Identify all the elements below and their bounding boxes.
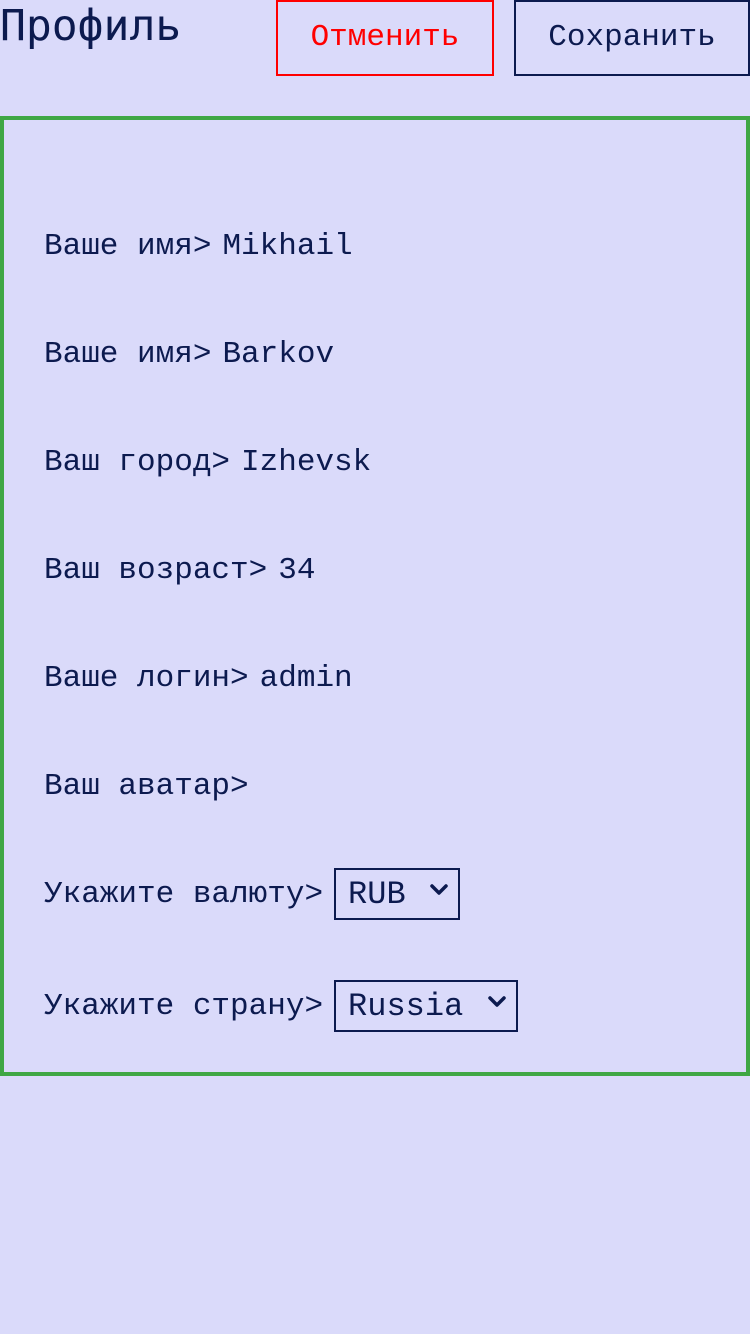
- save-button[interactable]: Сохранить: [514, 0, 750, 76]
- city-row: Ваш город> Izhevsk: [44, 436, 371, 488]
- login-value: admin: [259, 660, 353, 696]
- age-row: Ваш возраст> 34: [44, 544, 315, 596]
- avatar-label: Ваш аватар>: [44, 768, 249, 804]
- country-label: Укажите страну>: [44, 988, 324, 1024]
- avatar-row: Ваш аватар>: [44, 760, 260, 812]
- last-name-row: Ваше имя> Barkov: [44, 328, 334, 380]
- chevron-down-icon: [488, 996, 506, 1007]
- login-label: Ваше логин>: [44, 660, 249, 696]
- currency-select[interactable]: RUB: [334, 868, 461, 920]
- country-row: Укажите страну> Russia: [44, 980, 519, 1032]
- first-name-row: Ваше имя> Mikhail: [44, 220, 353, 272]
- age-value: 34: [278, 552, 316, 588]
- first-name-label: Ваше имя>: [44, 228, 212, 264]
- first-name-value: Mikhail: [222, 228, 353, 264]
- country-select[interactable]: Russia: [334, 980, 519, 1032]
- cancel-button[interactable]: Отменить: [276, 0, 494, 76]
- chevron-down-icon: [430, 884, 448, 895]
- country-selected-value: Russia: [348, 987, 464, 1025]
- login-row: Ваше логин> admin: [44, 652, 353, 704]
- last-name-value: Barkov: [222, 336, 335, 372]
- age-label: Ваш возраст>: [44, 552, 268, 588]
- last-name-label: Ваше имя>: [44, 336, 212, 372]
- currency-selected-value: RUB: [348, 875, 406, 913]
- currency-label: Укажите валюту>: [44, 876, 324, 912]
- page-title: Профиль: [0, 1, 182, 51]
- profile-form-panel: Ваше имя> Mikhail Ваше имя> Barkov Ваш г…: [0, 116, 750, 1076]
- city-value: Izhevsk: [241, 444, 372, 480]
- city-label: Ваш город>: [44, 444, 231, 480]
- currency-row: Укажите валюту> RUB: [44, 868, 461, 920]
